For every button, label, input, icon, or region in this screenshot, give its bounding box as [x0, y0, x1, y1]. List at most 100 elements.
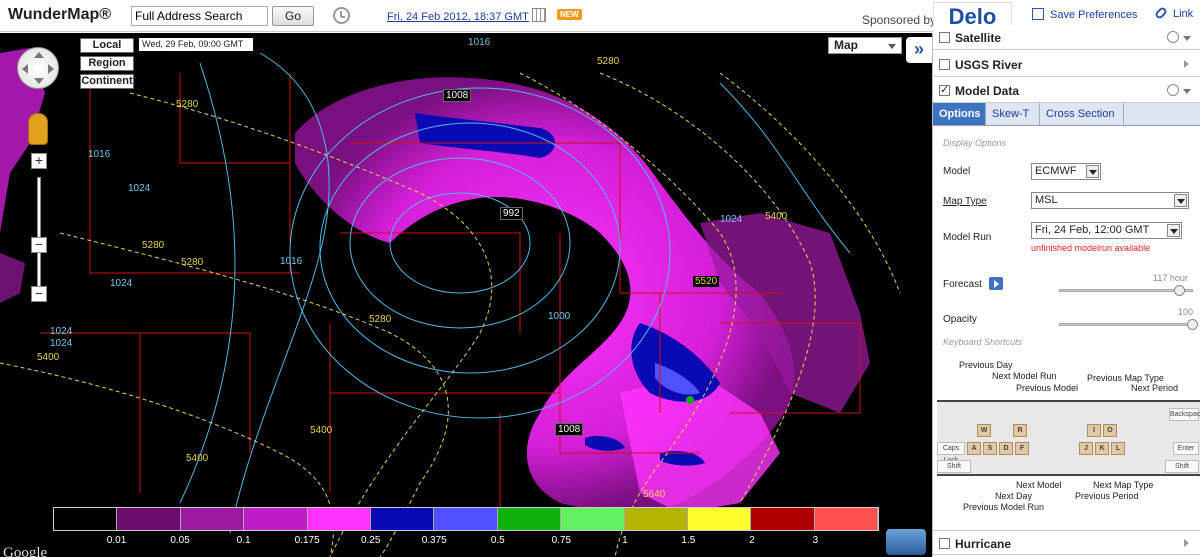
scale-continent-button[interactable]: Continent — [80, 74, 134, 89]
legend-swatch — [307, 508, 371, 530]
map-type-select[interactable]: MSL — [1031, 192, 1189, 209]
chevron-down-icon[interactable] — [1183, 89, 1191, 94]
height-label: 5280 — [597, 56, 620, 67]
model-run-select[interactable]: Fri, 24 Feb, 12:00 GMT — [1031, 222, 1182, 239]
chevron-right-icon[interactable] — [1184, 539, 1189, 547]
key-a: A — [967, 442, 981, 455]
street-view-pegman-icon[interactable] — [28, 113, 48, 145]
layer-model-data-label: Model Data — [955, 84, 1020, 98]
precip-legend: 0.01 0.05 0.1 0.175 0.25 0.375 0.5 0.75 1 1.5 2 3 — [53, 507, 879, 551]
legend-swatch — [687, 508, 752, 530]
layer-satellite[interactable]: Satellite — [933, 25, 1200, 50]
pressure-label: 1016 — [280, 256, 303, 267]
chevron-down-icon — [1086, 165, 1099, 178]
legend-swatch — [434, 508, 498, 530]
weather-overlay — [0, 48, 901, 557]
pan-up-icon[interactable] — [34, 52, 44, 58]
app-logo[interactable]: WunderMap® — [8, 6, 111, 24]
height-label: 5280 — [181, 257, 204, 268]
legend-label: 2 — [749, 535, 755, 546]
collapse-panel-button[interactable]: » — [906, 37, 932, 63]
play-icon[interactable] — [989, 277, 1003, 290]
map-type-dropdown[interactable]: Map — [828, 37, 902, 54]
keyboard-image: W R I O A S D F J K L Backspace Enter Sh… — [937, 400, 1200, 476]
pressure-label: 1016 — [88, 149, 111, 160]
map-type-select-value: MSL — [1035, 194, 1058, 206]
model-run-warning[interactable]: unfinished modelrun available — [1031, 243, 1150, 253]
layer-model-data[interactable]: Model Data — [933, 78, 1200, 103]
forecast-value: 117 hour — [1153, 273, 1188, 283]
current-date-link[interactable]: Fri, 24 Feb 2012, 18:37 GMT — [387, 11, 529, 23]
opacity-slider-track[interactable] — [1059, 323, 1193, 326]
opacity-slider-knob[interactable] — [1187, 319, 1198, 330]
hurricane-checkbox[interactable] — [939, 538, 950, 549]
calendar-icon[interactable] — [532, 8, 546, 22]
legend-label: 0.5 — [490, 535, 505, 546]
shortcut-label: Previous Model — [1016, 383, 1079, 393]
link-icon — [1153, 5, 1169, 21]
legend-swatch — [117, 508, 181, 530]
model-data-checkbox[interactable] — [939, 83, 950, 96]
forecast-label: Forecast — [943, 279, 982, 290]
key-i: I — [1087, 424, 1101, 437]
clock-icon[interactable] — [1167, 31, 1179, 43]
pan-right-icon[interactable] — [48, 64, 54, 74]
forecast-slider-track[interactable] — [1059, 289, 1193, 292]
key-caps-lock: Caps Lock — [937, 442, 965, 464]
precip-spot-green — [686, 396, 694, 404]
legend-swatch — [180, 508, 245, 530]
key-shift-left: Shift — [937, 460, 971, 473]
model-label: Model — [943, 166, 971, 177]
model-select[interactable]: ECMWF — [1031, 163, 1101, 180]
legend-label: 0.25 — [360, 535, 381, 546]
chevron-right-icon[interactable] — [1184, 60, 1189, 68]
legend-swatch — [624, 508, 688, 530]
legend-swatch — [244, 508, 308, 530]
wundermap-app: WunderMap® Go Fri, 24 Feb 2012, 18:37 GM… — [0, 0, 1200, 557]
address-search-input[interactable] — [131, 6, 268, 26]
satellite-checkbox[interactable] — [939, 32, 950, 43]
shortcut-label: Next Period — [1131, 383, 1179, 393]
tab-options[interactable]: Options — [933, 103, 986, 125]
link-button[interactable]: Link — [1153, 5, 1193, 21]
layer-hurricane[interactable]: Hurricane — [933, 530, 1200, 555]
shortcut-label: Next Map Type — [1093, 480, 1154, 490]
height-label: 5400 — [765, 211, 788, 222]
scale-local-button[interactable]: Local — [80, 38, 134, 53]
clock-icon[interactable] — [333, 7, 350, 24]
pan-control[interactable] — [17, 47, 59, 89]
forecast-slider-knob[interactable] — [1173, 285, 1185, 296]
shortcut-label: Previous Day — [959, 360, 1013, 370]
new-badge[interactable]: NEW — [557, 9, 582, 20]
zoom-slider-track[interactable] — [37, 177, 41, 287]
legend-swatch — [54, 508, 118, 530]
pan-down-icon[interactable] — [34, 78, 44, 84]
tab-skew-t[interactable]: Skew-T — [986, 103, 1040, 125]
zoom-in-button[interactable]: + — [31, 153, 47, 169]
height-label: 5400 — [37, 352, 60, 363]
layer-usgs-river[interactable]: USGS River — [933, 52, 1200, 77]
map-canvas[interactable]: 1008 992 1000 1008 1016 1016 1016 1024 1… — [0, 33, 932, 557]
clock-icon[interactable] — [1167, 84, 1179, 96]
go-button[interactable]: Go — [272, 6, 314, 26]
wunderground-badge-icon[interactable] — [886, 529, 926, 555]
chevron-down-icon[interactable] — [1183, 36, 1191, 41]
scale-region-button[interactable]: Region — [80, 56, 134, 71]
height-label: 5640 — [643, 489, 666, 500]
tab-cross-section[interactable]: Cross Section — [1040, 103, 1124, 125]
key-k: K — [1095, 442, 1109, 455]
display-options-title: Display Options — [943, 138, 1007, 148]
save-preferences-link[interactable]: Save Preferences — [1032, 8, 1137, 21]
legend-label: 3 — [812, 535, 819, 546]
pan-left-icon[interactable] — [22, 64, 28, 74]
map-type-label[interactable]: Map Type — [943, 196, 987, 207]
usgs-river-checkbox[interactable] — [939, 59, 950, 70]
precip-area-west-2 — [0, 253, 25, 303]
save-icon — [1032, 8, 1044, 20]
zoom-step-button[interactable]: − — [31, 237, 47, 253]
legend-label: 0.05 — [170, 535, 190, 546]
pressure-label: 1024 — [110, 278, 133, 289]
key-w: W — [977, 424, 991, 437]
zoom-out-button[interactable]: − — [31, 286, 47, 302]
keyboard-shortcuts-diagram: Previous Day Next Model Run Previous Mod… — [937, 353, 1200, 528]
